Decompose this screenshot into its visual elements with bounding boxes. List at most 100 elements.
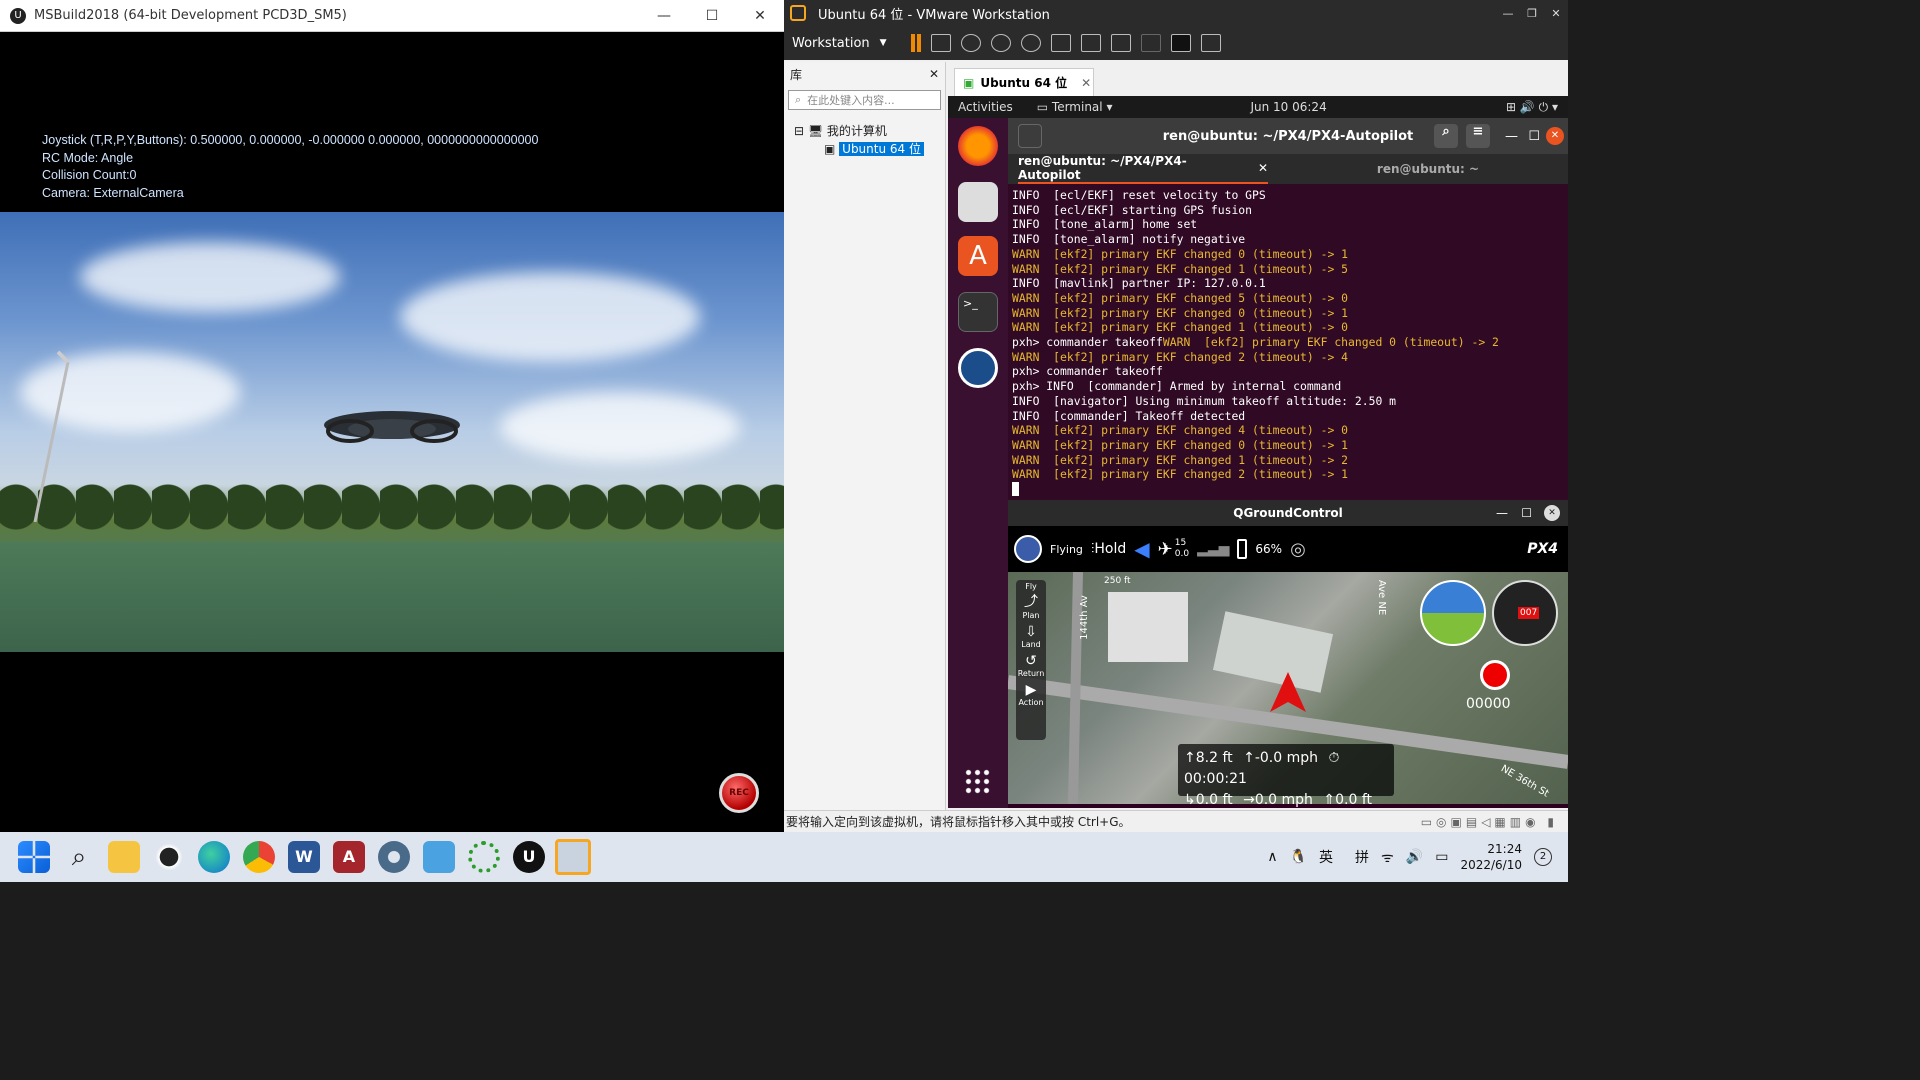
maximize-button[interactable]: ☐ [688,0,736,32]
notification-badge[interactable]: 2 [1534,848,1552,866]
minimize-button[interactable]: — [640,0,688,32]
tree-item-ubuntu[interactable]: ▣ Ubuntu 64 位 [794,140,935,158]
flight-mode[interactable]: ⫶Hold [1091,541,1126,557]
vm-minimize-button[interactable]: — [1496,0,1520,26]
tool-fly[interactable]: Fly [1016,580,1046,591]
file-explorer-icon[interactable] [108,841,140,873]
settings-icon[interactable] [378,841,410,873]
gnome-clock[interactable]: Jun 10 06:24 [1250,100,1326,114]
terminal-output[interactable]: INFO [ecl/EKF] reset velocity to GPS INFO… [1012,188,1562,497]
thumbnail-icon[interactable] [1080,34,1101,52]
qgc-record-button[interactable] [1480,660,1510,690]
tray-overflow-icon[interactable]: ∧ [1267,849,1277,865]
files-icon[interactable] [958,182,998,222]
vmware-taskbar-icon[interactable] [555,839,591,875]
sim-viewport[interactable] [0,212,784,652]
workstation-menu-chevron-icon[interactable]: ▼ [880,38,887,48]
send-keys-icon[interactable] [930,34,951,52]
vm-tab-ubuntu[interactable]: ▣ Ubuntu 64 位 ✕ [954,68,1094,96]
hud-joystick: Joystick (T,R,P,Y,Buttons): 0.500000, 0.… [42,133,539,147]
taskbar-clock[interactable]: 21:24 2022/6/10 [1460,841,1522,873]
timer-icon: ⏱ [1328,750,1340,766]
console-view-icon[interactable] [1170,34,1191,52]
pause-icon[interactable] [910,34,921,52]
activities-button[interactable]: Activities [958,100,1013,114]
software-icon[interactable]: A [958,236,998,276]
workstation-menu[interactable]: Workstation [792,36,870,51]
ime-mode[interactable]: 拼 [1355,847,1369,867]
notepad-icon[interactable] [423,841,455,873]
gps-counts: 15 0.0 [1174,538,1190,559]
qq-tray-icon[interactable]: 🐧 [1290,849,1307,865]
new-tab-icon[interactable] [1018,124,1042,148]
terminal-window[interactable]: ren@ubuntu: ~/PX4/PX4-Autopilot ⌕ ≡ — ☐ … [1008,118,1568,500]
action-icon[interactable]: ▶ [1016,682,1046,698]
close-button[interactable]: ✕ [736,0,784,32]
vm-restore-button[interactable]: ❐ [1520,0,1544,26]
gps-satellite-icon[interactable]: ✈ [1158,539,1173,560]
library-close-icon[interactable]: ✕ [929,67,939,81]
qgc-logo-icon[interactable] [1014,535,1042,563]
device-status-icons[interactable]: ▭◎▣▤◁▦▥◉ ▮ [1421,815,1558,829]
terminal-close-button[interactable]: ✕ [1546,127,1564,145]
flight-state: Flying [1050,542,1083,556]
qgc-close-button[interactable]: ✕ [1544,505,1560,521]
edge-icon[interactable] [198,841,230,873]
vm-tab-close-icon[interactable]: ✕ [1081,76,1091,90]
search-taskbar-icon[interactable]: ⌕ [63,841,95,873]
snapshot-manager-icon[interactable] [1020,34,1041,52]
hamburger-menu-icon[interactable]: ≡ [1466,124,1490,148]
start-icon[interactable] [18,841,50,873]
firefox-icon[interactable] [958,126,998,166]
terminal-tab-2[interactable]: ren@ubuntu: ~ [1308,154,1548,184]
unity-icon[interactable] [1140,34,1161,52]
access-icon[interactable]: A [333,841,365,873]
qgroundcontrol-window[interactable]: QGroundControl — ☐ ✕ Flying ⫶Hold ◀ ✈ 15… [1008,500,1568,808]
terminal-search-icon[interactable]: ⌕ [1434,124,1458,148]
hud-rc-mode: RC Mode: Angle [42,150,134,165]
wifi-icon[interactable]: ᯤ [1381,848,1394,867]
qq-icon[interactable] [153,841,185,873]
vm-close-button[interactable]: ✕ [1544,0,1568,26]
qgroundcontrol-icon[interactable] [958,348,998,388]
volume-icon[interactable]: 🔊 [1406,849,1423,865]
library-search-input[interactable]: ⌕ 在此处键入内容... [788,90,941,110]
messages-megaphone-icon[interactable]: ◀ [1134,537,1149,561]
revert-snapshot-icon[interactable] [990,34,1011,52]
terminal-icon[interactable]: >_ [958,292,998,332]
tool-return[interactable]: Return [1016,669,1046,678]
vmware-title-bar[interactable]: Ubuntu 64 位 - VMware Workstation — ❐ ✕ [784,0,1568,26]
tool-land[interactable]: Land [1016,640,1046,649]
terminal-maximize-button[interactable]: ☐ [1528,129,1540,144]
fullscreen-icon[interactable] [1110,34,1131,52]
system-menu-icon[interactable]: ⊞ 🔊 ⏻ ▾ [1506,100,1558,115]
word-icon[interactable]: W [288,841,320,873]
battery-tray-icon[interactable]: ▭ [1435,849,1448,865]
ime-lang[interactable]: 英 [1319,847,1333,867]
return-icon[interactable]: ↺ [1016,653,1046,669]
show-apps-icon[interactable] [964,768,992,796]
terminal-app-menu[interactable]: ▭ Terminal ▾ [1037,100,1113,114]
rc-signal-icon[interactable]: ▂▃▅ [1197,541,1229,557]
tool-action[interactable]: Action [1016,698,1046,707]
tool-plan[interactable]: Plan [1016,611,1046,620]
land-icon[interactable]: ⇩ [1016,624,1046,640]
qgc-minimize-button[interactable]: — [1496,506,1508,520]
record-button[interactable]: REC [719,773,759,813]
battery-icon[interactable] [1237,539,1248,559]
telemetry-panel[interactable]: ↑8.2 ft ↑-0.0 mph ⏱00:00:21 ↳0.0 ft →0.0… [1178,744,1394,808]
rtk-icon[interactable]: ◎ [1290,539,1306,560]
tree-item-my-computer[interactable]: ⊟ 🖥 我的计算机 [794,122,935,140]
chrome-icon[interactable] [243,841,275,873]
terminal-tab-1[interactable]: ren@ubuntu: ~/PX4/PX4-Autopilot ✕ [1018,154,1268,184]
plan-icon[interactable]: ⤴ [1016,591,1046,611]
show-library-icon[interactable] [1050,34,1071,52]
stretch-icon[interactable] [1200,34,1221,52]
snapshot-icon[interactable] [960,34,981,52]
ubuntu-desktop[interactable]: Activities ▭ Terminal ▾ Jun 10 06:24 ⊞ 🔊… [948,96,1568,808]
loading-app-icon[interactable] [468,841,500,873]
unreal-taskbar-icon[interactable]: U [513,841,545,873]
qgc-maximize-button[interactable]: ☐ [1521,506,1532,520]
ue-title-bar[interactable]: U MSBuild2018 (64-bit Development PCD3D_… [0,0,784,32]
terminal-minimize-button[interactable]: — [1505,129,1518,144]
